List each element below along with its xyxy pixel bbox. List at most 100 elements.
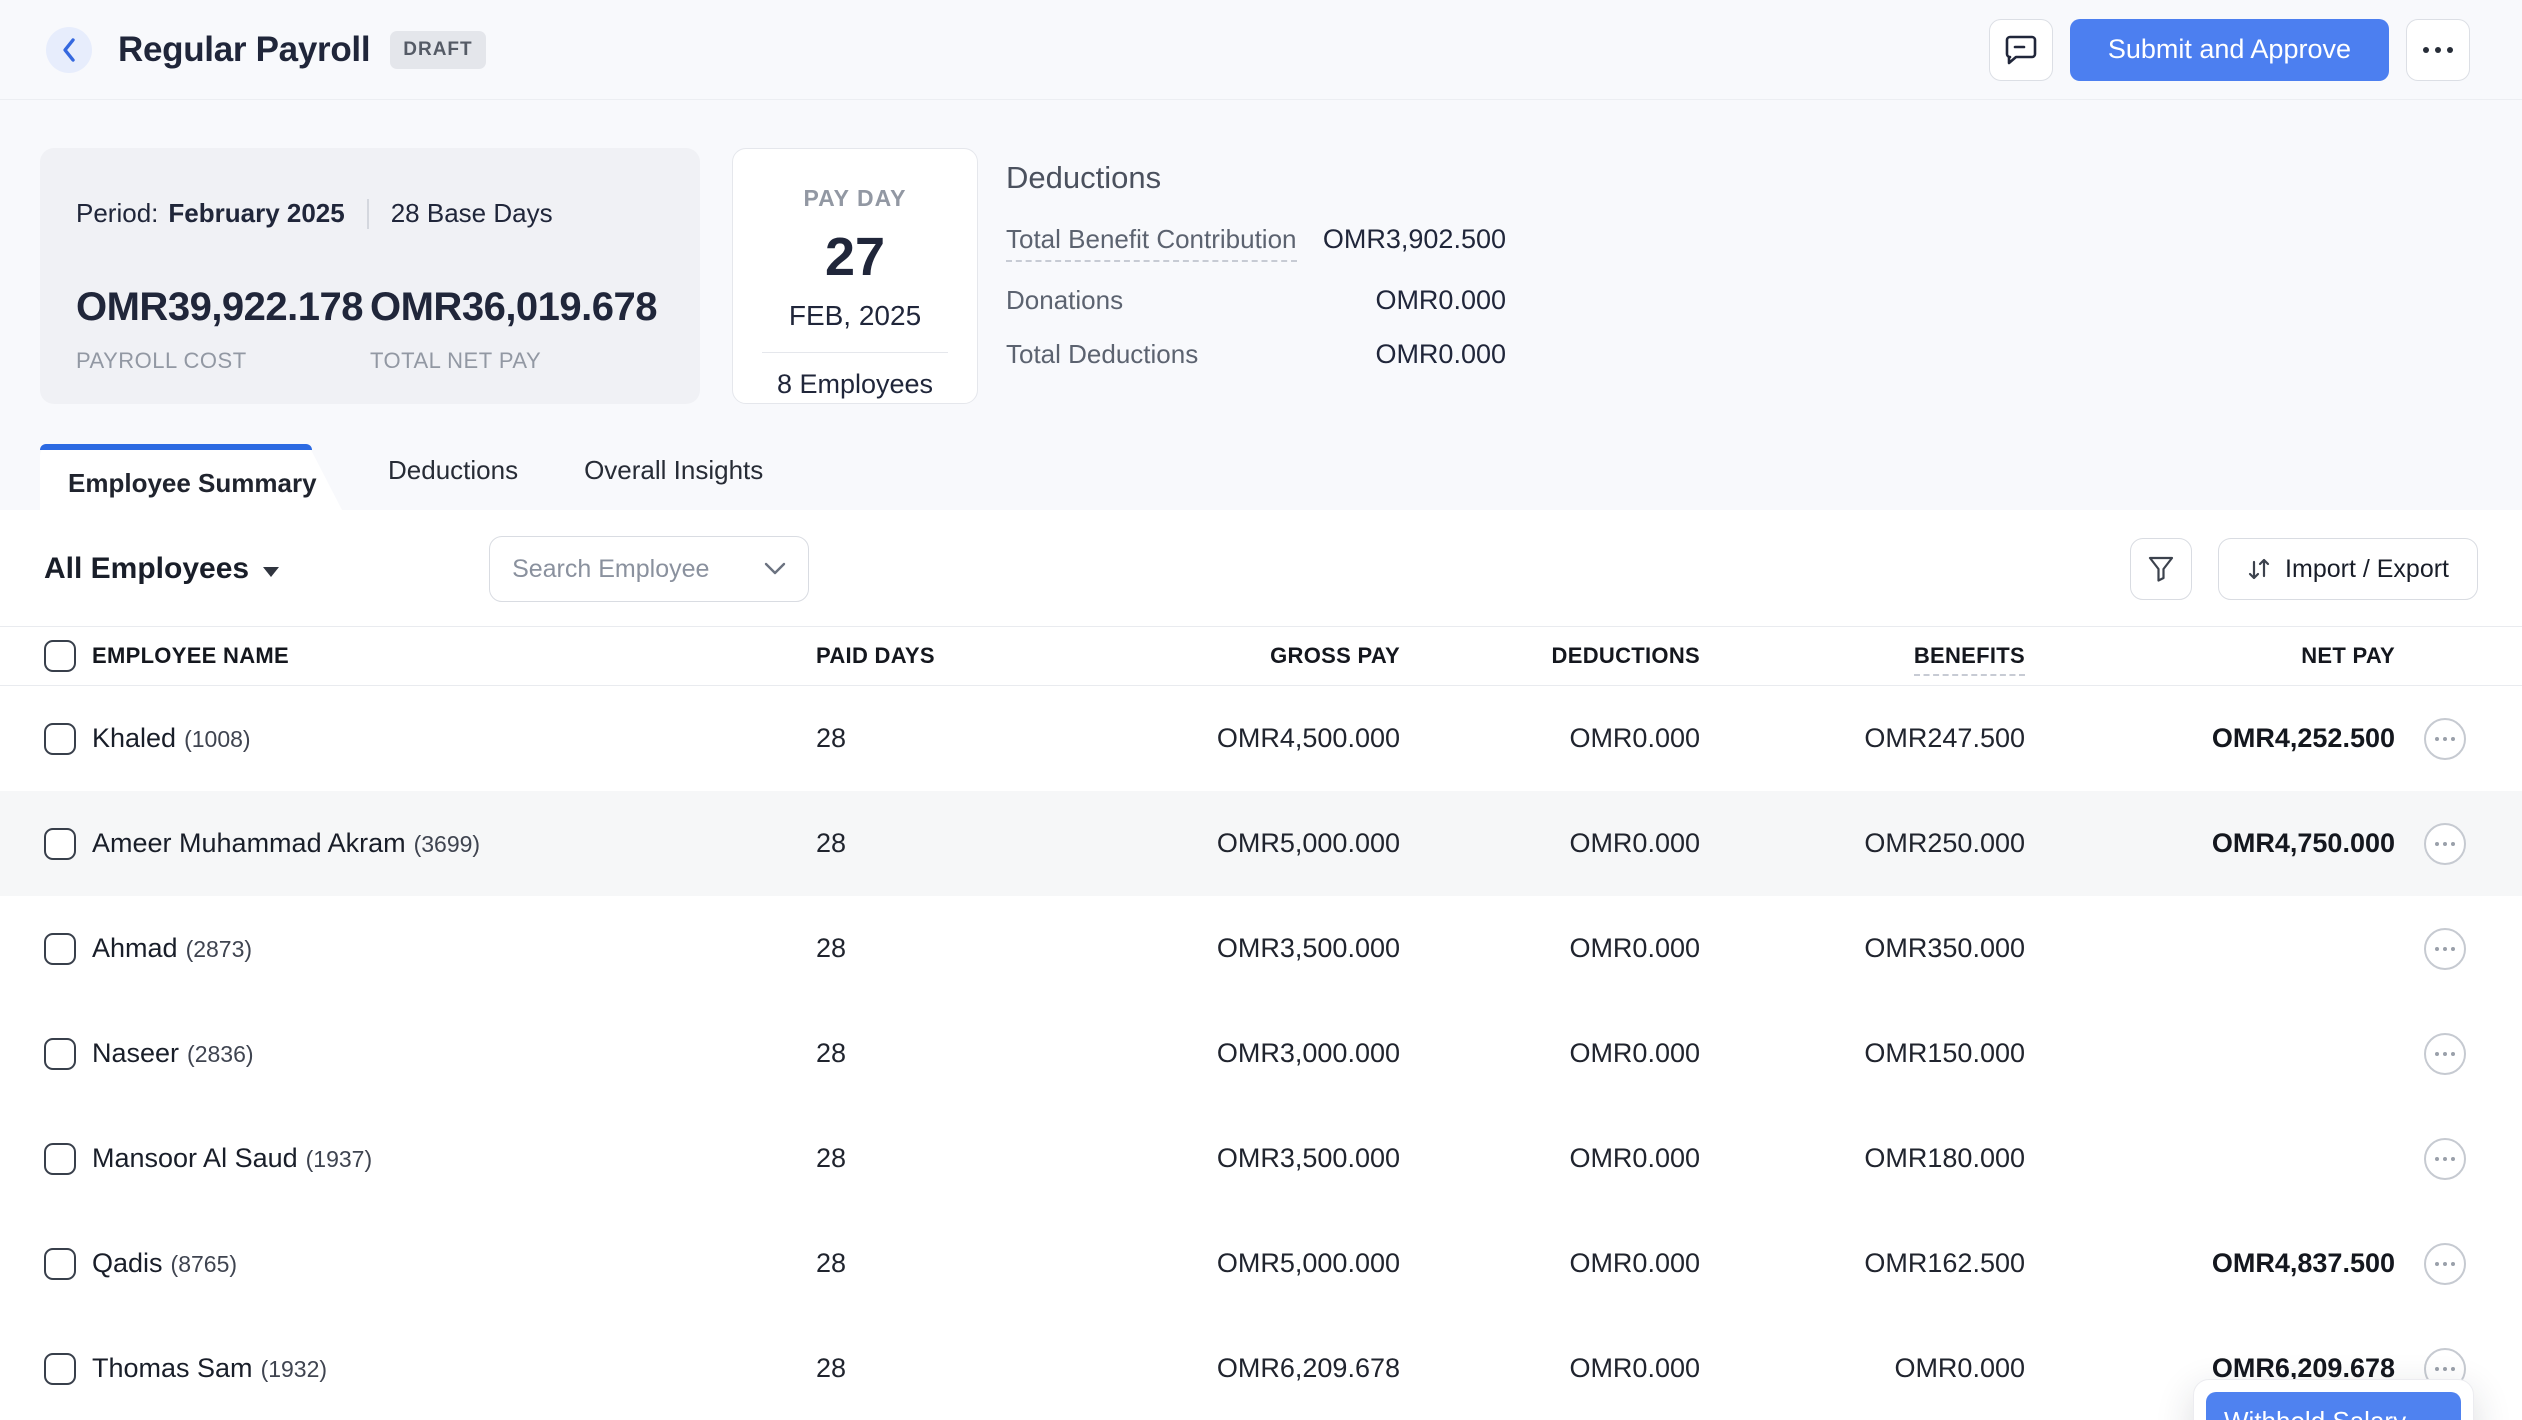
ellipsis-horizontal-icon [2423,47,2453,53]
column-header-benefits[interactable]: BENEFITS [1700,643,2025,669]
deduction-row: Total Deductions OMR0.000 [1006,339,1506,370]
row-checkbox[interactable] [44,723,76,755]
deductions-cell: OMR0.000 [1400,933,1700,964]
benefits-cell: OMR247.500 [1700,723,2025,754]
pay-day-card: PAY DAY 27 FEB, 2025 8 Employees [732,148,978,404]
gross-pay-cell: OMR4,500.000 [942,723,1400,754]
row-checkbox[interactable] [44,933,76,965]
deductions-panel: Deductions Total Benefit Contribution OM… [1006,160,1506,370]
paid-days-cell: 28 [812,828,942,859]
paid-days-cell: 28 [812,1143,942,1174]
employee-id: (3699) [414,831,480,857]
gross-pay-cell: OMR5,000.000 [942,828,1400,859]
employee-name-cell: Mansoor Al Saud(1937) [78,1143,812,1174]
table-row[interactable]: Thomas Sam(1932) 28 OMR6,209.678 OMR0.00… [0,1316,2522,1420]
row-menu-button[interactable] [2424,823,2466,865]
net-pay-cell: OMR4,750.000 [2025,828,2395,859]
benefits-cell: OMR180.000 [1700,1143,2025,1174]
column-header-net-pay[interactable]: NET PAY [2025,643,2395,669]
gross-pay-cell: OMR3,500.000 [942,1143,1400,1174]
tab-deductions[interactable]: Deductions [388,431,518,510]
deduction-label: Donations [1006,285,1123,316]
row-menu-button[interactable] [2424,1033,2466,1075]
deductions-cell: OMR0.000 [1400,1143,1700,1174]
tab-overall-insights[interactable]: Overall Insights [584,431,763,510]
benefits-cell: OMR350.000 [1700,933,2025,964]
row-checkbox[interactable] [44,1248,76,1280]
employee-name-cell: Ahmad(2873) [78,933,812,964]
gross-pay-cell: OMR6,209.678 [942,1353,1400,1384]
search-employee-select[interactable]: Search Employee [489,536,809,602]
paid-days-cell: 28 [812,1038,942,1069]
row-menu-button[interactable] [2424,1138,2466,1180]
filter-button[interactable] [2130,538,2192,600]
employee-count: 8 Employees [777,369,933,400]
deductions-panel-title: Deductions [1006,160,1506,196]
employee-group-dropdown[interactable]: All Employees [44,552,279,586]
paid-days-cell: 28 [812,723,942,754]
row-checkbox[interactable] [44,828,76,860]
table-row[interactable]: Ahmad(2873) 28 OMR3,500.000 OMR0.000 OMR… [0,896,2522,1001]
divider [367,199,369,229]
table-header: EMPLOYEE NAME PAID DAYS GROSS PAY DEDUCT… [0,626,2522,686]
import-export-button[interactable]: Import / Export [2218,538,2478,600]
benefits-cell: OMR150.000 [1700,1038,2025,1069]
employee-name-cell: Khaled(1008) [78,723,812,754]
chevron-down-icon [764,562,786,576]
payroll-page: Regular Payroll DRAFT Submit and Approve… [0,0,2522,1420]
arrows-up-down-icon [2247,554,2271,584]
menu-item-withhold-salary[interactable]: Withhold Salary [2206,1392,2461,1420]
gross-pay-cell: OMR3,000.000 [942,1038,1400,1069]
period-value: February 2025 [168,198,344,229]
pay-day-number: 27 [825,226,885,288]
column-header-employee-name[interactable]: EMPLOYEE NAME [78,643,812,669]
deduction-value: OMR0.000 [1375,285,1506,316]
benefits-cell: OMR0.000 [1700,1353,2025,1384]
table-body: Khaled(1008) 28 OMR4,500.000 OMR0.000 OM… [0,686,2522,1420]
summary-band: Period: February 2025 28 Base Days OMR39… [0,100,2522,510]
employee-id: (1008) [184,726,250,752]
column-header-deductions[interactable]: DEDUCTIONS [1400,643,1700,669]
caret-down-icon [263,567,279,577]
benefits-cell: OMR162.500 [1700,1248,2025,1279]
filter-row: All Employees Search Employee Import / [0,510,2522,626]
table-row[interactable]: Mansoor Al Saud(1937) 28 OMR3,500.000 OM… [0,1106,2522,1211]
total-net-pay-value: OMR36,019.678 [370,285,664,330]
more-options-button[interactable] [2406,19,2470,81]
deduction-value: OMR0.000 [1375,339,1506,370]
tab-employee-summary[interactable]: Employee Summary [40,444,348,510]
employee-id: (2836) [187,1041,253,1067]
benefits-cell: OMR250.000 [1700,828,2025,859]
table-row[interactable]: Qadis(8765) 28 OMR5,000.000 OMR0.000 OMR… [0,1211,2522,1316]
column-header-gross-pay[interactable]: GROSS PAY [942,643,1400,669]
deductions-cell: OMR0.000 [1400,1248,1700,1279]
table-row[interactable]: Khaled(1008) 28 OMR4,500.000 OMR0.000 OM… [0,686,2522,791]
row-menu-button[interactable] [2424,928,2466,970]
employee-id: (1937) [306,1146,372,1172]
row-checkbox[interactable] [44,1143,76,1175]
back-button[interactable] [46,27,92,73]
comments-button[interactable] [1989,19,2053,81]
chevron-left-icon [60,37,78,63]
row-menu-button[interactable] [2424,718,2466,760]
deductions-cell: OMR0.000 [1400,1038,1700,1069]
table-row[interactable]: Ameer Muhammad Akram(3699) 28 OMR5,000.0… [0,791,2522,896]
page-title: Regular Payroll [118,30,370,70]
submit-and-approve-button[interactable]: Submit and Approve [2070,19,2389,81]
divider [762,352,948,353]
period-label: Period: [76,198,158,229]
deduction-label[interactable]: Total Benefit Contribution [1006,224,1297,262]
speech-bubble-icon [2004,34,2038,66]
base-days: 28 Base Days [391,198,553,229]
tab-content: All Employees Search Employee Import / [0,510,2522,1420]
gross-pay-cell: OMR5,000.000 [942,1248,1400,1279]
column-header-paid-days[interactable]: PAID DAYS [812,643,942,669]
net-pay-cell: OMR4,252.500 [2025,723,2395,754]
row-checkbox[interactable] [44,1353,76,1385]
row-checkbox[interactable] [44,1038,76,1070]
table-row[interactable]: Naseer(2836) 28 OMR3,000.000 OMR0.000 OM… [0,1001,2522,1106]
search-placeholder: Search Employee [512,555,764,584]
employee-name-cell: Ameer Muhammad Akram(3699) [78,828,812,859]
select-all-checkbox[interactable] [44,640,76,672]
row-menu-button[interactable] [2424,1243,2466,1285]
